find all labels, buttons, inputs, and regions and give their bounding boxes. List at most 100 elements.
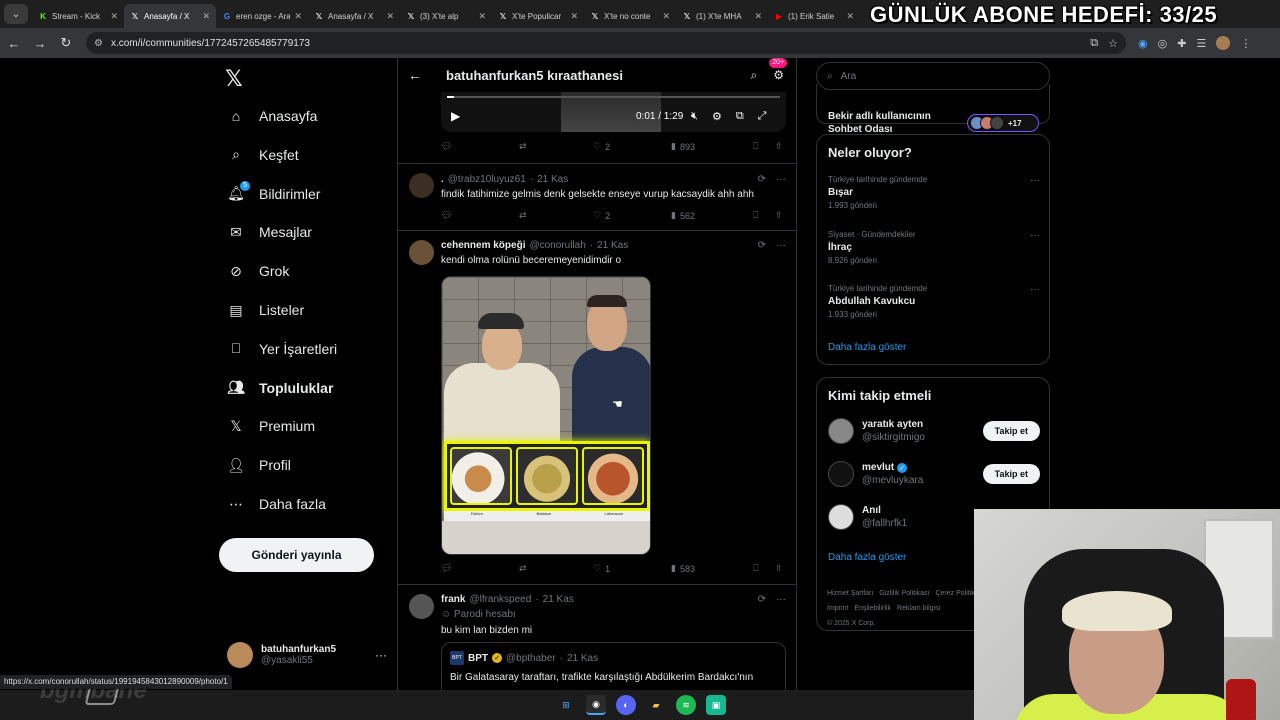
discord-icon[interactable]: ◐ [616,695,636,715]
repost-button[interactable]: ⇄ [519,210,593,221]
share-icon[interactable]: ⇧ [775,563,783,574]
close-tab-icon[interactable]: ✕ [110,11,118,22]
trend-item[interactable]: Siyaset · Gündemdekiler İhraç 8.926 gönder… [828,230,1040,265]
windows-start-icon[interactable]: ⊞ [556,695,576,715]
bookmark-icon[interactable]: ⎕ [753,210,775,221]
sidebar-item-bell[interactable]: 🔔︎ 5 Bildirimler [227,179,320,209]
chat-participants[interactable]: +17 [967,114,1039,132]
spotify-icon[interactable]: ≋ [676,695,696,715]
back-icon[interactable]: ← [2,31,26,55]
tweet-author-handle[interactable]: @trabz10luyuz61 [448,174,526,185]
sidebar-item-x[interactable]: 𝕏 Premium [227,411,315,441]
settings-icon[interactable]: ⚙ [712,110,722,123]
grok-icon[interactable]: ⟳ [758,174,766,185]
browser-tab[interactable]: ▶ (1) Erik Satie ✕ [768,4,860,28]
bookmark-icon[interactable]: ⎕ [753,563,775,574]
views-button[interactable]: ▮ 583 [671,563,753,574]
close-tab-icon[interactable]: ✕ [386,11,394,22]
close-tab-icon[interactable]: ✕ [754,11,762,22]
extension-icon[interactable]: ◎ [1158,37,1168,50]
show-more-link[interactable]: Daha fazla göster [828,552,906,563]
tweet-author-handle[interactable]: @lfrankspeed [469,594,531,605]
browser-tab[interactable]: 𝕏 (1) X'te MHA ✕ [676,4,768,28]
url-field[interactable]: ⚙ x.com/i/communities/177245726548577917… [86,32,1126,54]
extensions-puzzle-icon[interactable]: ✚ [1177,37,1186,50]
tweet-date[interactable]: 21 Kas [597,240,628,251]
tweet[interactable]: cehennem köpeği @conorullah · 21 Kas ⟳ ··… [398,230,796,583]
sidebar-item-list[interactable]: ▤ Listeler [227,295,304,325]
like-button[interactable]: ♡ 1 [593,563,671,574]
reply-button[interactable]: 💬︎ [441,210,519,221]
site-info-icon[interactable]: ⚙ [94,38,103,49]
views-button[interactable]: ▮ 562 [671,210,753,221]
footer-link[interactable]: Erişilebilirlik [854,605,891,612]
reply-button[interactable]: 💬︎ [441,563,519,574]
avatar[interactable] [828,504,854,530]
close-tab-icon[interactable]: ✕ [846,11,854,22]
browser-tab[interactable]: 𝕏 (3) X'te alp ✕ [400,4,492,28]
chrome-icon[interactable]: ◉ [586,695,606,715]
sidebar-item-grok[interactable]: ⊘ Grok [227,256,289,286]
community-settings-icon[interactable]: ⚙ 20+ [769,58,788,82]
like-button[interactable]: ♡ 2 [593,141,671,152]
more-dots-icon[interactable]: ··· [776,594,786,605]
close-tab-icon[interactable]: ✕ [294,11,302,22]
close-tab-icon[interactable]: ✕ [478,11,486,22]
search-input[interactable]: ⌕ Ara [816,62,1050,90]
more-dots-icon[interactable]: ··· [776,240,786,251]
browser-tab[interactable]: 𝕏 Anasayfa / X ✕ [308,4,400,28]
more-dots-icon[interactable]: ··· [375,648,387,662]
views-button[interactable]: ▮ 893 [671,141,753,152]
reading-list-icon[interactable]: ☰ [1196,37,1206,50]
file-explorer-icon[interactable]: ▰ [646,695,666,715]
tweet[interactable]: . @trabz10luyuz61 · 21 Kas ⟳ ··· findik f… [398,163,796,230]
tweet-author-name[interactable]: cehennem köpeği [441,240,525,251]
reload-icon[interactable]: ↻ [54,31,78,55]
footer-link[interactable]: İmprint [827,605,848,612]
trend-item[interactable]: Türkiye tarihinde gündemde Bışar 1.993 gön… [828,175,1040,210]
tweet-date[interactable]: 21 Kas [537,174,568,185]
grok-icon[interactable]: ⟳ [758,594,766,605]
video-progress-bar[interactable] [447,96,780,98]
more-dots-icon[interactable]: ··· [1030,175,1040,186]
show-more-link[interactable]: Daha fazla göster [828,342,906,353]
follow-suggestion[interactable]: mevlut ✓ @mevluykara Takip et [828,459,1040,489]
tweet-photo[interactable]: Dürüm Baklava Lahmacun ☚ [441,276,651,555]
tweet-author-name[interactable]: frank [441,594,465,605]
follow-suggestion[interactable]: yaratık ayten @siktirgitmigo Takip et [828,416,1040,446]
search-icon[interactable]: ⌕ [751,68,758,83]
post-button[interactable]: Gönderi yayınla [219,538,374,572]
back-arrow-icon[interactable]: ← [398,67,432,83]
close-tab-icon[interactable]: ✕ [662,11,670,22]
sidebar-item-search[interactable]: ⌕ Keşfet [227,140,299,170]
more-dots-icon[interactable]: ··· [776,174,786,185]
repost-button[interactable]: ⇄ [519,141,593,152]
like-button[interactable]: ♡ 2 [593,210,671,221]
grok-icon[interactable]: ⟳ [758,240,766,251]
x-logo-icon[interactable]: 𝕏 [225,66,243,92]
tweet-date[interactable]: 21 Kas [543,594,574,605]
install-icon[interactable]: ⧉ [1090,37,1098,50]
sidebar-item-more-circle[interactable]: ⋯ Daha fazla [227,489,326,519]
chat-room-card[interactable]: Bekir adlı kullanıcının Sohbet Odası +17 [816,84,1050,135]
app-icon[interactable]: ▣ [706,695,726,715]
profile-avatar-icon[interactable] [1216,36,1231,50]
browser-tab[interactable]: 𝕏 Anasayfa / X ✕ [124,4,216,28]
footer-link[interactable]: © 2025 X Corp. [827,620,875,627]
tweet-author-name[interactable]: . [441,174,444,185]
browser-menu-icon[interactable]: ⋮ [1240,37,1251,50]
mute-icon[interactable]: 🔇︎ [691,110,698,123]
sidebar-item-mail[interactable]: ✉ Mesajlar [227,217,312,247]
sidebar-item-communities[interactable]: 👥︎ Topluluklar [227,373,333,403]
footer-link[interactable]: Hizmet Şartları [827,590,873,597]
browser-tab[interactable]: 𝕏 X'te Populicar ✕ [492,4,584,28]
share-icon[interactable]: ⇧ [775,141,783,152]
share-icon[interactable]: ⇧ [775,210,783,221]
bookmark-icon[interactable]: ⎕ [753,141,775,152]
repost-button[interactable]: ⇄ [519,563,593,574]
video-player[interactable]: ▶ 0:01 / 1:29 🔇︎ ⚙ ⧉ ⤢ [441,92,786,132]
avatar[interactable] [409,240,434,265]
account-switcher[interactable]: batuhanfurkan5 @yasakli55 ··· [227,642,387,668]
pip-icon[interactable]: ⧉ [736,110,744,123]
extension-icon[interactable]: ◉ [1138,37,1148,50]
